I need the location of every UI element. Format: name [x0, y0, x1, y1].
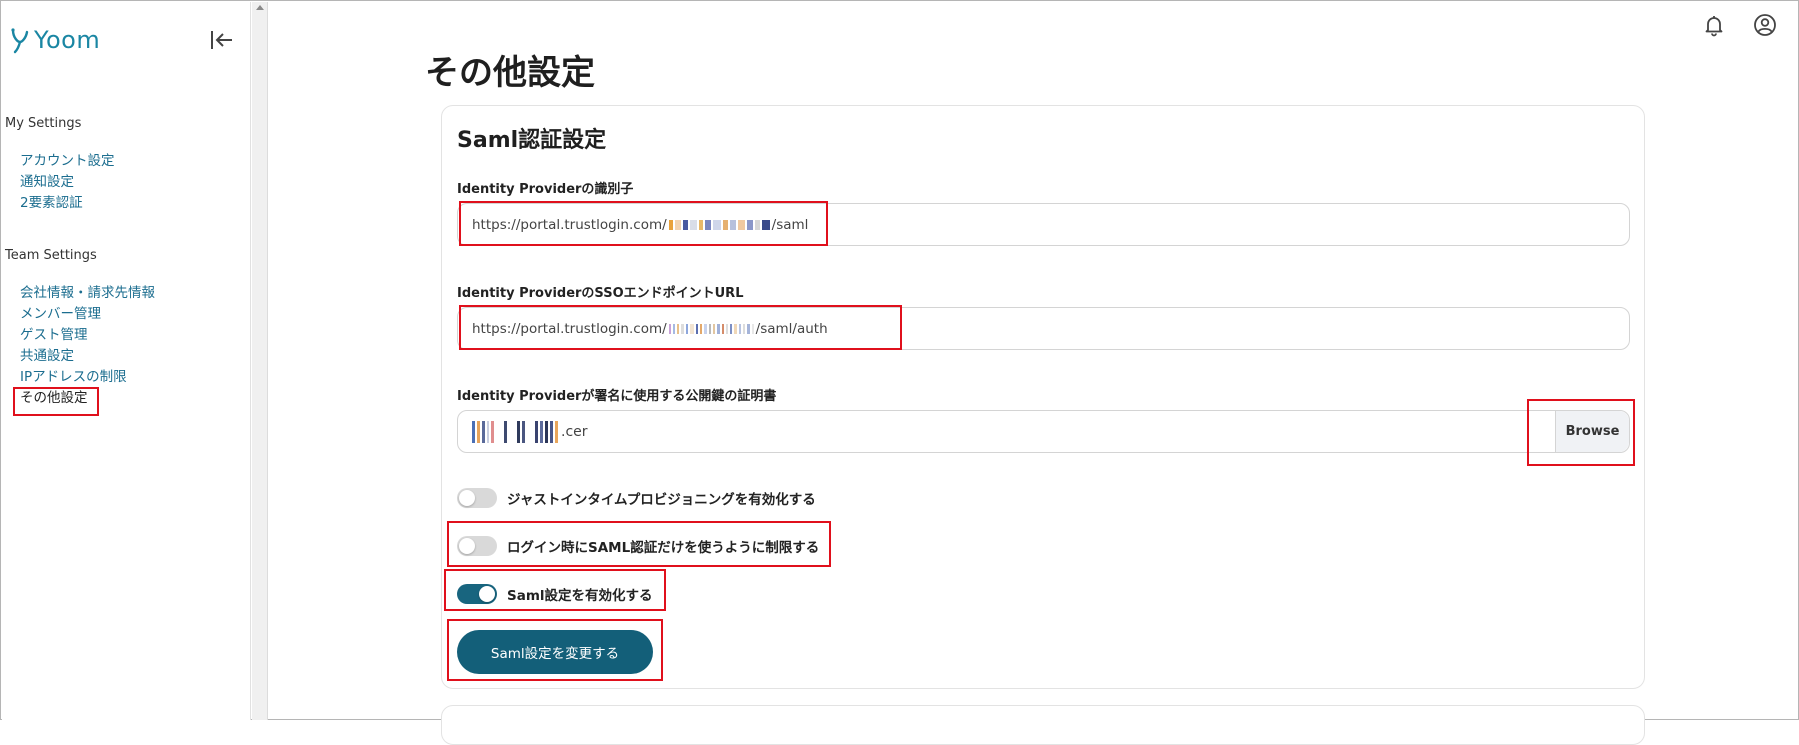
sidebar-item-account[interactable]: アカウント設定	[20, 151, 115, 172]
sidebar-item-members[interactable]: メンバー管理	[20, 304, 155, 325]
sidebar-item-ip-restriction[interactable]: IPアドレスの制限	[20, 367, 155, 388]
sso-endpoint-label: Identity ProviderのSSOエンドポイントURL	[457, 286, 744, 301]
yoom-logo-icon	[10, 26, 30, 54]
saml-enable-toggle[interactable]	[457, 584, 497, 604]
jit-provisioning-toggle[interactable]	[457, 488, 497, 508]
my-settings-nav: アカウント設定 通知設定 2要素認証	[20, 151, 115, 214]
saml-settings-card: Saml認証設定 Identity Providerの識別子 https://p…	[441, 105, 1645, 689]
toggle-knob	[459, 538, 475, 554]
idp-identifier-label: Identity Providerの識別子	[457, 182, 634, 197]
next-settings-card	[441, 705, 1645, 745]
sidebar-item-common[interactable]: 共通設定	[20, 346, 155, 367]
collapse-left-icon[interactable]	[208, 26, 236, 54]
bell-icon[interactable]	[1702, 13, 1726, 37]
sso-endpoint-value-prefix: https://portal.trustlogin.com/	[472, 320, 667, 337]
saml-enable-toggle-row[interactable]: Saml設定を有効化する	[457, 583, 653, 605]
saml-enable-label: Saml設定を有効化する	[507, 588, 653, 604]
idp-identifier-value-prefix: https://portal.trustlogin.com/	[472, 216, 667, 233]
idp-identifier-value-suffix: /saml	[771, 216, 809, 233]
sidebar-item-company[interactable]: 会社情報・請求先情報	[20, 283, 155, 304]
update-saml-settings-button[interactable]: Saml設定を変更する	[457, 630, 653, 674]
active-item-highlight	[13, 387, 99, 416]
user-circle-icon[interactable]	[1753, 13, 1777, 37]
sso-endpoint-input[interactable]: https://portal.trustlogin.com/ /saml/aut…	[457, 307, 1630, 350]
certificate-file-suffix: .cer	[561, 423, 588, 440]
toggle-knob	[459, 490, 475, 506]
brand-logo[interactable]: Yoom	[10, 24, 100, 56]
browse-button[interactable]: Browse	[1555, 411, 1629, 452]
app-frame: Yoom My Settings アカウント設定 通知設定 2要素認証 Team…	[0, 0, 1799, 745]
sidebar-item-notification[interactable]: 通知設定	[20, 172, 115, 193]
scroll-up-icon[interactable]	[256, 5, 264, 10]
certificate-file-name: .cer	[472, 420, 588, 444]
saml-only-login-toggle[interactable]	[457, 536, 497, 556]
redacted-value	[668, 218, 770, 232]
team-settings-heading: Team Settings	[5, 248, 97, 263]
saml-section-title: Saml認証設定	[457, 128, 607, 153]
certificate-label: Identity Providerが署名に使用する公開鍵の証明書	[457, 389, 777, 404]
redacted-value	[668, 322, 754, 336]
toggle-knob	[479, 586, 495, 602]
saml-only-login-toggle-row[interactable]: ログイン時にSAML認証だけを使うように制限する	[457, 535, 819, 557]
sso-endpoint-value-suffix: /saml/auth	[755, 320, 828, 337]
sidebar-item-guests[interactable]: ゲスト管理	[20, 325, 155, 346]
my-settings-heading: My Settings	[5, 116, 82, 131]
jit-provisioning-label: ジャストインタイムプロビジョニングを有効化する	[507, 492, 816, 508]
certificate-file-input[interactable]: .cer Browse	[457, 410, 1630, 453]
brand-name: Yoom	[34, 26, 101, 54]
redacted-value	[472, 420, 558, 444]
jit-provisioning-toggle-row[interactable]: ジャストインタイムプロビジョニングを有効化する	[457, 487, 816, 509]
sidebar: Yoom My Settings アカウント設定 通知設定 2要素認証 Team…	[2, 2, 251, 720]
idp-identifier-input[interactable]: https://portal.trustlogin.com/ /saml	[457, 203, 1630, 246]
saml-only-login-label: ログイン時にSAML認証だけを使うように制限する	[507, 540, 820, 556]
page-title: その他設定	[425, 53, 595, 93]
sidebar-item-2fa[interactable]: 2要素認証	[20, 193, 115, 214]
sidebar-scrollbar[interactable]	[252, 2, 268, 720]
